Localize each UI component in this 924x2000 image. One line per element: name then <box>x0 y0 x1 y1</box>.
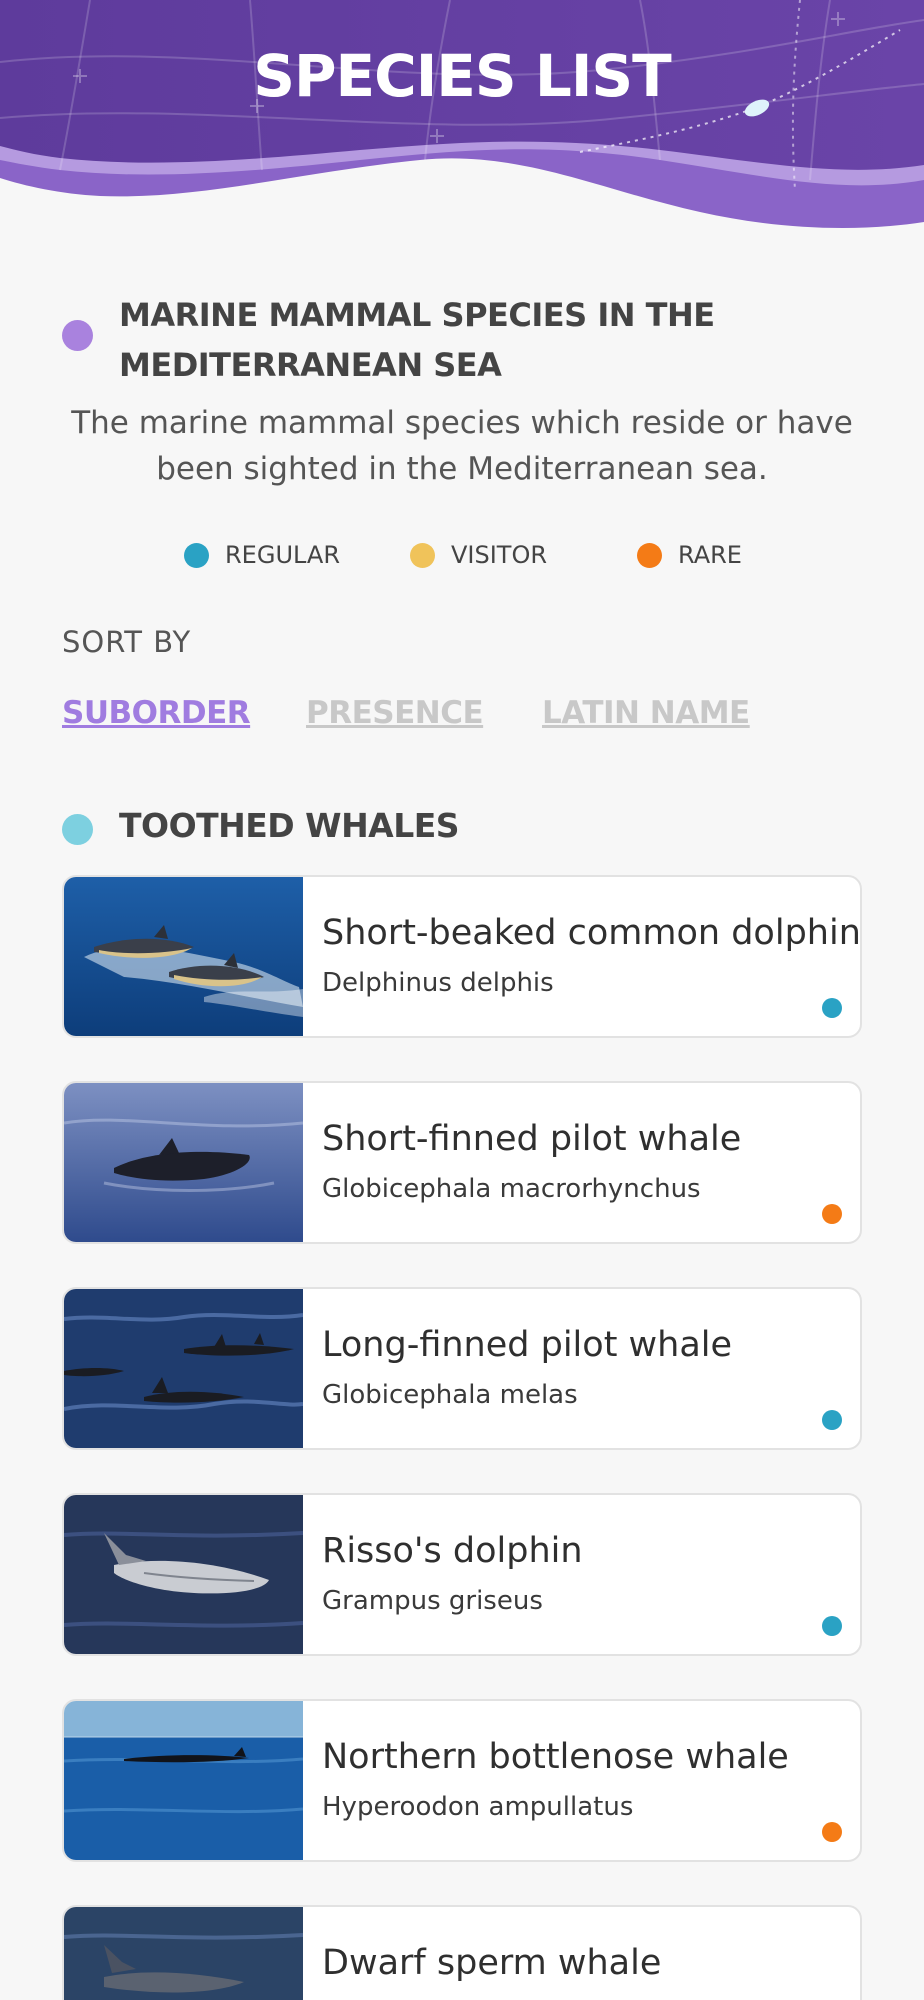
species-latin-name: Globicephala melas <box>322 1380 578 1410</box>
presence-dot-icon <box>822 1822 842 1842</box>
rare-dot-icon <box>637 542 662 568</box>
species-latin-name: Grampus griseus <box>322 1586 543 1616</box>
species-common-name: Long-finned pilot whale <box>322 1325 733 1365</box>
sort-option-latin-name[interactable]: LATIN NAME <box>542 695 750 731</box>
species-card[interactable]: Risso's dolphin Grampus griseus <box>62 1493 862 1656</box>
section-description: The marine mammal species which reside o… <box>62 400 862 492</box>
species-card[interactable]: Short-beaked common dolphin Delphinus de… <box>62 875 862 1038</box>
section-title: MARINE MAMMAL SPECIES IN THE MEDITERRANE… <box>119 290 819 390</box>
species-common-name: Northern bottlenose whale <box>322 1737 789 1777</box>
species-common-name: Short-finned pilot whale <box>322 1119 742 1159</box>
sort-by-label: SORT BY <box>62 625 192 659</box>
pilot-whale-photo <box>64 1083 303 1242</box>
sort-option-presence[interactable]: PRESENCE <box>306 695 484 731</box>
dwarf-sperm-whale-photo <box>64 1907 303 2000</box>
header-background <box>0 0 924 228</box>
dolphin-photo <box>64 877 303 1036</box>
section-description-line-1: The marine mammal species which reside o… <box>71 405 853 441</box>
species-common-name: Short-beaked common dolphin <box>322 913 861 953</box>
bottlenose-whale-photo <box>64 1701 303 1860</box>
legend-label-rare: RARE <box>678 541 742 569</box>
species-card[interactable]: Dwarf sperm whale <box>62 1905 862 2000</box>
legend-item-visitor: VISITOR <box>410 537 547 573</box>
section-title-line-2: MEDITERRANEAN SEA <box>119 346 502 384</box>
sort-option-suborder[interactable]: SUBORDER <box>62 695 251 731</box>
species-card[interactable]: Short-finned pilot whale Globicephala ma… <box>62 1081 862 1244</box>
legend-label-regular: REGULAR <box>225 541 341 569</box>
species-common-name: Dwarf sperm whale <box>322 1943 662 1983</box>
presence-dot-icon <box>822 1410 842 1430</box>
section-title-line-1: MARINE MAMMAL SPECIES IN THE <box>119 296 715 334</box>
section-bullet-icon <box>62 320 93 351</box>
regular-dot-icon <box>184 542 209 568</box>
header: SPECIES LIST <box>0 0 924 245</box>
species-latin-name: Globicephala macrorhynchus <box>322 1174 701 1204</box>
presence-dot-icon <box>822 998 842 1018</box>
legend-item-rare: RARE <box>637 537 742 573</box>
legend-label-visitor: VISITOR <box>451 541 548 569</box>
group-title: TOOTHED WHALES <box>119 806 460 845</box>
species-card[interactable]: Northern bottlenose whale Hyperoodon amp… <box>62 1699 862 1862</box>
section-description-line-2: been sighted in the Mediterranean sea. <box>156 451 768 487</box>
species-latin-name: Hyperoodon ampullatus <box>322 1792 634 1822</box>
species-latin-name: Delphinus delphis <box>322 968 554 998</box>
page-title: SPECIES LIST <box>253 42 672 110</box>
group-bullet-icon <box>62 814 93 845</box>
presence-dot-icon <box>822 1616 842 1636</box>
presence-dot-icon <box>822 1204 842 1224</box>
visitor-dot-icon <box>410 542 435 568</box>
species-card[interactable]: Long-finned pilot whale Globicephala mel… <box>62 1287 862 1450</box>
rissos-dolphin-photo <box>64 1495 303 1654</box>
legend-item-regular: REGULAR <box>184 537 340 573</box>
presence-legend: REGULAR VISITOR RARE <box>0 537 924 573</box>
pilot-whale-group-photo <box>64 1289 303 1448</box>
species-common-name: Risso's dolphin <box>322 1531 583 1571</box>
